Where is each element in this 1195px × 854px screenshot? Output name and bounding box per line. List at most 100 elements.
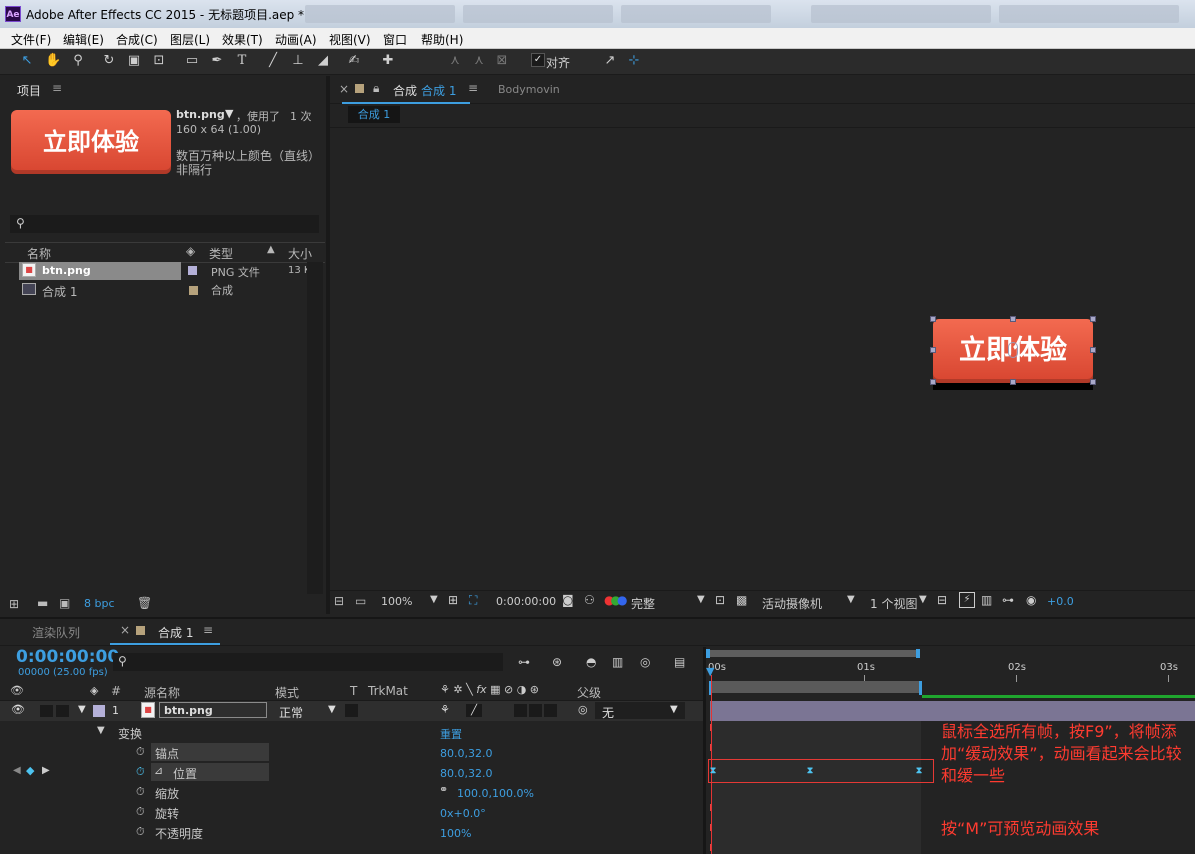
- snapshot-icon[interactable]: ◙: [562, 593, 574, 607]
- panel-menu-icon[interactable]: ≡: [52, 81, 62, 95]
- browser-tab-blurred[interactable]: [621, 5, 771, 23]
- property-value[interactable]: 100%: [440, 827, 471, 840]
- transform-handle[interactable]: [930, 379, 936, 385]
- layer-row[interactable]: 👁 ▼ 1 ■ btn.png 正常 ▼ ⚘ ╱ ◎ 无 ▼: [0, 701, 705, 721]
- property-row-opacity[interactable]: ⏱ 不透明度 100%: [0, 822, 705, 842]
- menu-composition[interactable]: 合成(C): [116, 31, 158, 48]
- property-value[interactable]: 0x+0.0°: [440, 807, 486, 820]
- monitor-icon[interactable]: ▭: [355, 594, 366, 608]
- view-axis-icon[interactable]: ⊠: [494, 53, 510, 69]
- current-time-display[interactable]: 0:00:00:00: [16, 647, 119, 667]
- render-queue-tab[interactable]: 渲染队列: [32, 624, 80, 641]
- brush-tool-icon[interactable]: ╱: [265, 53, 281, 69]
- menu-help[interactable]: 帮助(H): [421, 31, 463, 48]
- stopwatch-icon[interactable]: ⏱: [136, 825, 145, 839]
- easy-ease-keyframe-icon[interactable]: ⧗: [914, 767, 924, 776]
- menu-file[interactable]: 文件(F): [11, 31, 51, 48]
- browser-tab-blurred[interactable]: [811, 5, 991, 23]
- rectangle-tool-icon[interactable]: ▭: [184, 53, 200, 69]
- zoom-tool-icon[interactable]: ⚲: [70, 53, 86, 69]
- expand-layer-icon[interactable]: ▼: [78, 704, 86, 715]
- layer-search-field[interactable]: ⚲: [113, 653, 503, 671]
- column-type[interactable]: 类型: [209, 245, 233, 262]
- timeline-panel-menu-icon[interactable]: ≡: [203, 623, 213, 637]
- adjustment-toggle[interactable]: [514, 704, 527, 717]
- menu-layer[interactable]: 图层(L): [170, 31, 210, 48]
- quality-switch-icon[interactable]: ╱: [466, 704, 482, 717]
- snap-checkbox[interactable]: ✓: [531, 53, 545, 67]
- fast-previews-icon[interactable]: ⚡: [959, 592, 975, 608]
- viewer-tab-prefix[interactable]: 合成: [393, 82, 417, 99]
- parent-value[interactable]: 无: [602, 704, 614, 721]
- property-row-anchor[interactable]: ⏱ 锚点 80.0,32.0: [0, 742, 705, 762]
- eraser-tool-icon[interactable]: ◢: [315, 53, 331, 69]
- transform-handle[interactable]: [1090, 347, 1096, 353]
- clone-stamp-tool-icon[interactable]: ⊥: [290, 53, 306, 69]
- column-t[interactable]: T: [350, 684, 357, 698]
- local-axis-icon[interactable]: ⋏: [447, 53, 463, 69]
- transform-group-row[interactable]: ▼ 变换 重置: [0, 722, 705, 742]
- interpret-footage-icon[interactable]: ⊞: [9, 597, 19, 611]
- label-color-swatch[interactable]: [188, 266, 197, 275]
- viewer-panel-menu-icon[interactable]: ≡: [468, 81, 478, 95]
- shy-layers-icon[interactable]: ◓: [586, 655, 596, 669]
- prev-keyframe-icon[interactable]: ◀: [13, 765, 21, 776]
- navigator-start-handle[interactable]: [706, 649, 710, 658]
- property-row-rotation[interactable]: ⏱ 旋转 0x+0.0°: [0, 802, 705, 822]
- viewer-tab-comp-name[interactable]: 合成 1: [421, 82, 456, 99]
- delete-icon[interactable]: 🗑: [137, 596, 152, 610]
- lock-icon[interactable]: 🔒︎: [373, 81, 379, 96]
- stopwatch-icon[interactable]: ⏱: [136, 745, 145, 759]
- av-features-icon[interactable]: 👁: [10, 684, 24, 697]
- work-area-bar[interactable]: [709, 681, 921, 693]
- property-value[interactable]: 100.0,100.0%: [457, 787, 534, 800]
- transform-handle[interactable]: [1090, 379, 1096, 385]
- close-tab-icon[interactable]: ×: [120, 623, 130, 637]
- graph-toggle-icon[interactable]: ⊿: [154, 764, 163, 777]
- zoom-dropdown-icon[interactable]: ▼: [430, 594, 438, 605]
- pan-behind-tool-icon[interactable]: ⊡: [151, 53, 167, 69]
- time-graph[interactable]: 00s 01s 02s 03s ▼ I I I I I ⧗ ⧗ ⧗ 鼠标全选所有…: [706, 647, 1195, 854]
- property-value[interactable]: 80.0,32.0: [440, 767, 492, 780]
- view-layout-select[interactable]: 1 个视图: [870, 595, 917, 612]
- comp-mini-flowchart-icon[interactable]: ⊶: [518, 655, 530, 669]
- comp-breadcrumb[interactable]: 合成 1: [348, 106, 400, 123]
- stopwatch-icon[interactable]: ⏱: [136, 785, 145, 799]
- comp-flowchart-icon[interactable]: ⊶: [1002, 593, 1014, 607]
- time-navigator-bar[interactable]: [708, 650, 919, 657]
- preserve-transparency-toggle[interactable]: [345, 704, 358, 717]
- usage-dropdown-icon[interactable]: ▼: [225, 107, 233, 120]
- exposure-value[interactable]: +0.0: [1047, 595, 1074, 608]
- snap-feature-icon[interactable]: ⊹: [626, 53, 642, 69]
- timeline-icon[interactable]: ▥: [981, 593, 992, 607]
- work-area-end-handle[interactable]: [919, 681, 922, 695]
- view-layout-dropdown-icon[interactable]: ▼: [919, 594, 927, 605]
- property-value[interactable]: 80.0,32.0: [440, 747, 492, 760]
- pen-tool-icon[interactable]: ✒: [209, 53, 225, 69]
- toggle-pixel-aspect-icon[interactable]: ⊟: [937, 593, 947, 607]
- transform-handle[interactable]: [1090, 316, 1096, 322]
- camera-dropdown-icon[interactable]: ▼: [847, 594, 855, 605]
- bit-depth[interactable]: 8 bpc: [84, 597, 115, 610]
- project-item-name[interactable]: 合成 1: [42, 283, 77, 300]
- anchor-point-icon[interactable]: [1008, 342, 1018, 358]
- graph-editor-icon[interactable]: ▤: [674, 655, 685, 669]
- menu-window[interactable]: 窗口: [383, 31, 407, 48]
- hand-tool-icon[interactable]: ✋: [45, 53, 61, 69]
- column-mode[interactable]: 模式: [275, 684, 299, 701]
- layer-label-swatch[interactable]: [93, 705, 105, 717]
- bodymovin-tab[interactable]: Bodymovin: [498, 83, 560, 96]
- region-of-interest-icon[interactable]: ⊡: [715, 593, 725, 607]
- mask-visibility-icon[interactable]: ⛶: [469, 593, 477, 608]
- draft-3d-icon[interactable]: ⊛: [552, 655, 562, 669]
- next-keyframe-icon[interactable]: ▶: [42, 765, 50, 776]
- stopwatch-active-icon[interactable]: ⏱: [136, 765, 145, 779]
- column-parent[interactable]: 父级: [577, 684, 601, 701]
- menu-animation[interactable]: 动画(A): [275, 31, 317, 48]
- browser-tab-blurred[interactable]: [463, 5, 613, 23]
- frame-blending-icon[interactable]: ▥: [612, 655, 623, 669]
- project-search-field[interactable]: ⚲: [10, 215, 319, 233]
- stopwatch-icon[interactable]: ⏱: [136, 805, 145, 819]
- selection-tool-icon[interactable]: ↖: [19, 53, 35, 69]
- channel-rgb-icon[interactable]: ●●●: [604, 593, 627, 607]
